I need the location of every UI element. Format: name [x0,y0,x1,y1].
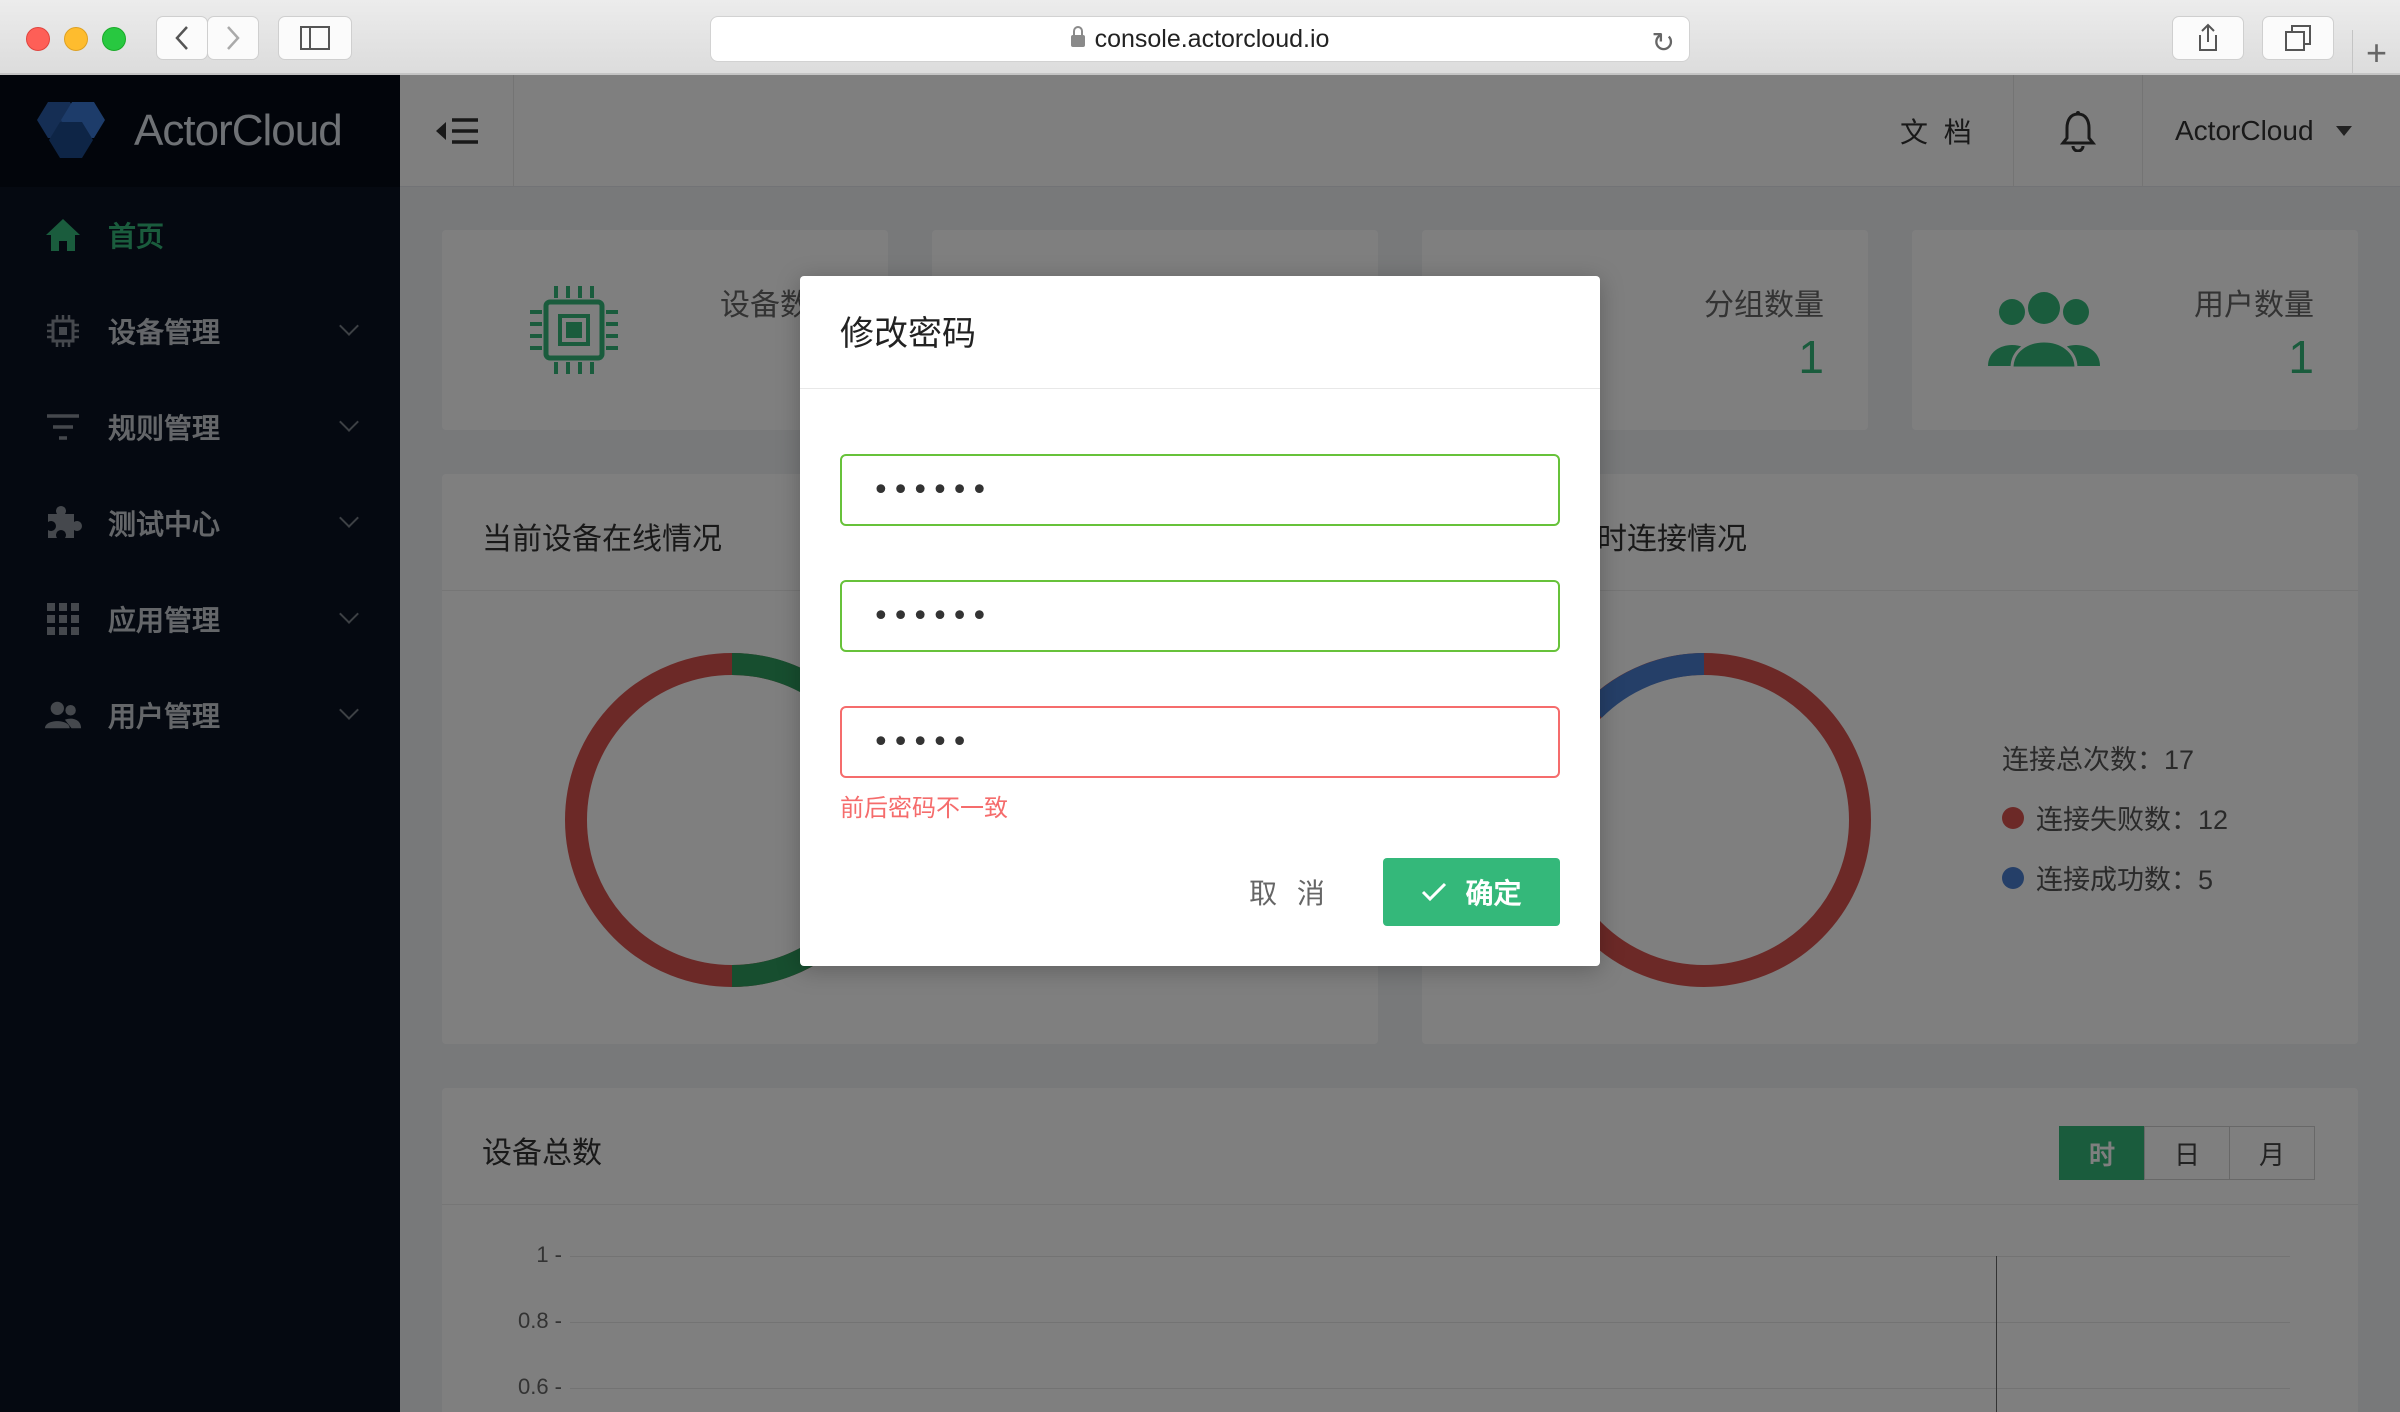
new-password-input[interactable] [840,580,1560,652]
address-bar[interactable]: console.actorcloud.io ↻ [710,16,1690,62]
dialog-title: 修改密码 [840,315,976,353]
check-icon [1422,882,1447,902]
back-button[interactable] [156,16,208,60]
chevron-right-icon [227,26,240,50]
confirm-button-label: 确定 [1465,878,1522,909]
sidebar-toggle-button[interactable] [278,16,352,60]
lock-icon [1070,26,1085,47]
chevron-left-icon [175,26,188,50]
cancel-button[interactable]: 取 消 [1220,858,1360,926]
share-button[interactable] [2172,16,2244,60]
dialog-divider [800,388,1600,389]
share-icon [2199,23,2217,51]
tabs-icon [2285,25,2311,51]
reload-icon[interactable]: ↻ [1652,26,1675,59]
password-mismatch-error: 前后密码不一致 [840,795,1008,822]
maximize-window-button[interactable] [102,27,126,51]
tabs-overview-button[interactable] [2262,16,2334,60]
change-password-dialog: 修改密码 前后密码不一致 取 消 确定 [800,276,1600,966]
close-window-button[interactable] [26,27,50,51]
browser-toolbar: console.actorcloud.io ↻ + [0,0,2400,75]
url-text: console.actorcloud.io [1094,24,1330,53]
new-tab-button[interactable]: + [2352,30,2400,75]
minimize-window-button[interactable] [64,27,88,51]
confirm-password-input[interactable] [840,706,1560,778]
confirm-button[interactable]: 确定 [1383,858,1560,926]
forward-button[interactable] [207,16,259,60]
sidebar-icon [300,26,330,50]
old-password-input[interactable] [840,454,1560,526]
